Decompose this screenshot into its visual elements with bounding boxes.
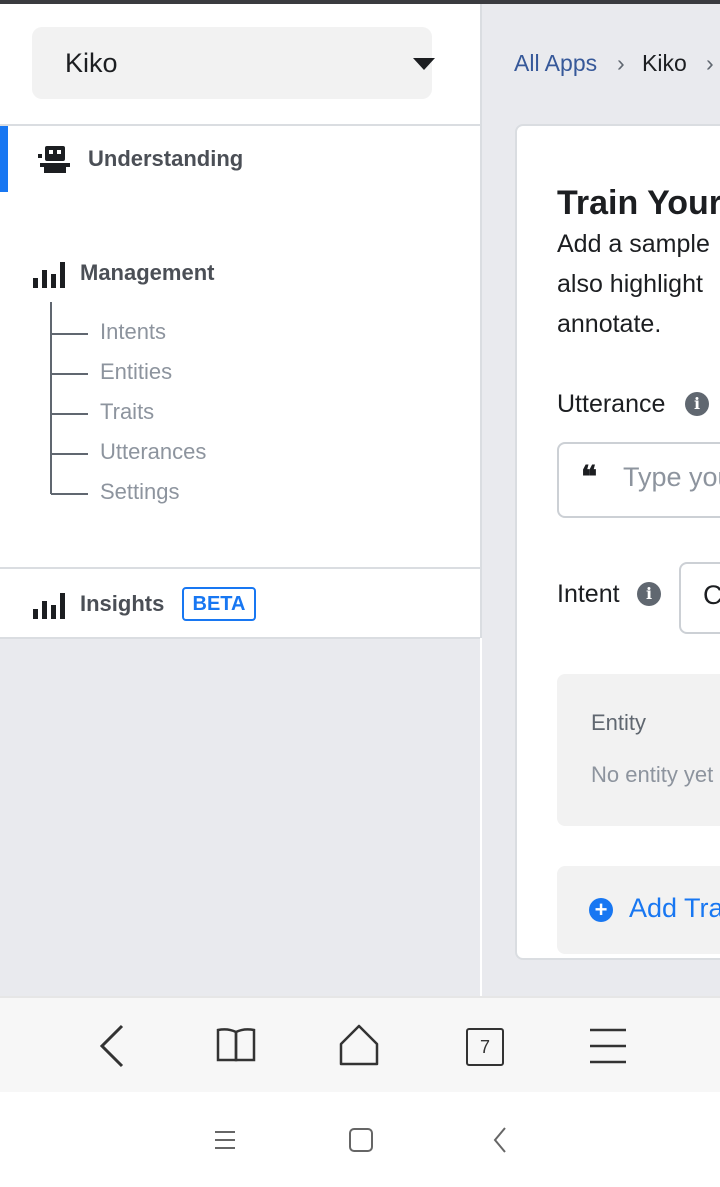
card-title: Train Your	[557, 184, 720, 222]
breadcrumb-separator: ›	[617, 50, 625, 76]
add-trait-label: Add Tra	[629, 893, 720, 923]
intent-label: Intent	[557, 580, 620, 608]
sidebar-item-traits[interactable]: Traits	[100, 399, 154, 425]
app-selector-dropdown[interactable]: Kiko	[32, 27, 435, 99]
intent-value: C	[703, 580, 720, 610]
home-button[interactable]	[327, 1014, 391, 1078]
breadcrumb-separator: ›	[706, 50, 714, 76]
sidebar-item-insights[interactable]: Insights BETA	[0, 567, 480, 639]
tree-branch	[51, 333, 88, 335]
tree-branch	[51, 493, 88, 495]
sidebar-item-intents[interactable]: Intents	[100, 319, 166, 345]
robot-icon	[38, 146, 70, 173]
tree-branch	[51, 413, 88, 415]
recent-apps-button[interactable]	[201, 1118, 249, 1166]
sidebar-item-entities[interactable]: Entities	[100, 359, 172, 385]
train-card: Train Your Add a sample also highlight a…	[515, 124, 720, 960]
sidebar-item-understanding[interactable]: Understanding	[0, 124, 480, 194]
utterance-placeholder: Type you	[623, 462, 720, 492]
tree-branch	[51, 453, 88, 455]
intent-select[interactable]: C	[679, 562, 720, 634]
sidebar-item-label: Insights	[80, 591, 165, 616]
tree-line	[50, 302, 52, 494]
bar-chart-icon	[33, 593, 65, 619]
card-description-line: annotate.	[557, 310, 662, 338]
breadcrumb-app[interactable]: Kiko	[642, 50, 687, 77]
recent-apps-icon	[215, 1131, 235, 1149]
entity-title: Entity	[591, 710, 647, 735]
bookmarks-button[interactable]	[204, 1014, 268, 1078]
sidebar-item-label: Understanding	[88, 146, 244, 171]
chevron-left-icon	[493, 1127, 506, 1153]
sidebar: Kiko Understanding Management Intents En…	[0, 4, 480, 996]
add-trait-button[interactable]: + Add Tra	[557, 866, 720, 954]
management-title: Management	[80, 260, 215, 285]
breadcrumb-all-apps[interactable]: All Apps	[514, 50, 597, 77]
management-section: Management Intents Entities Traits Utter…	[0, 192, 480, 567]
sidebar-item-settings[interactable]: Settings	[100, 479, 180, 505]
caret-down-icon	[413, 58, 435, 70]
info-icon[interactable]: i	[637, 582, 661, 606]
app-selector-area: Kiko	[0, 4, 480, 124]
tabs-count: 7	[466, 1028, 504, 1066]
system-back-button[interactable]	[475, 1118, 523, 1166]
system-navigation-bar	[0, 1092, 720, 1187]
quote-icon: ❝	[581, 461, 598, 494]
tree-branch	[51, 373, 88, 375]
active-indicator	[0, 126, 8, 192]
card-description-line: also highlight	[557, 270, 703, 298]
chevron-left-icon	[99, 1024, 124, 1068]
card-description-line: Add a sample	[557, 230, 710, 258]
bar-chart-icon	[33, 262, 65, 288]
main-content: All Apps › Kiko › Train Your Add a sampl…	[482, 4, 720, 996]
book-icon	[216, 1028, 256, 1062]
square-icon	[349, 1128, 373, 1152]
browser-toolbar: 7	[0, 996, 720, 1095]
utterance-label: Utterance	[557, 390, 666, 418]
sidebar-item-utterances[interactable]: Utterances	[100, 439, 206, 465]
entity-box: Entity No entity yet	[557, 674, 720, 826]
entity-empty-text: No entity yet	[591, 762, 714, 787]
app-selector-value: Kiko	[65, 48, 118, 78]
browser-menu-button[interactable]	[576, 1014, 640, 1078]
browser-back-button[interactable]	[80, 1014, 144, 1078]
menu-icon	[590, 1028, 626, 1064]
info-icon[interactable]: i	[685, 392, 709, 416]
utterance-input[interactable]: ❝ Type you	[557, 442, 720, 518]
plus-circle-icon: +	[589, 898, 613, 922]
tabs-button[interactable]: 7	[454, 1014, 518, 1078]
system-home-button[interactable]	[337, 1118, 385, 1166]
beta-badge: BETA	[182, 587, 256, 621]
home-icon	[339, 1024, 379, 1066]
